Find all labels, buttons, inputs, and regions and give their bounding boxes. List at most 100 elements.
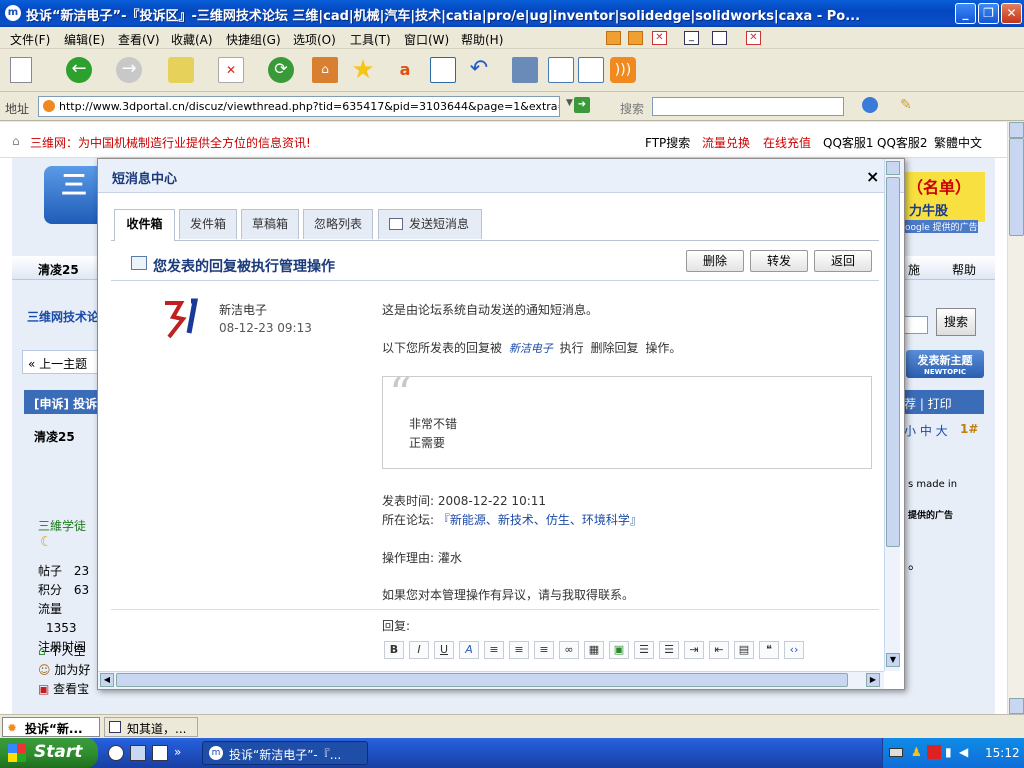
link-traffic[interactable]: 流量兑换 xyxy=(702,134,750,151)
translate-icon[interactable]: a xyxy=(392,57,418,83)
tab-right-icon[interactable] xyxy=(628,31,643,45)
align-right-button[interactable]: ≡ xyxy=(534,641,554,659)
list-icon[interactable] xyxy=(548,57,574,83)
dialog-hscroll[interactable]: ◀ ▶ xyxy=(98,671,884,689)
post-author-name[interactable]: 清凌25 xyxy=(34,428,75,445)
search-engine-icon[interactable] xyxy=(862,97,878,113)
media-button[interactable]: ▣ xyxy=(609,641,629,659)
dialog-close-icon[interactable]: × xyxy=(866,167,879,186)
side-link-treasure[interactable]: ▣ 查看宝 xyxy=(38,680,98,699)
stop-icon[interactable]: ✕ xyxy=(218,57,244,83)
favorites-star-icon[interactable]: ★ xyxy=(350,57,376,83)
address-input[interactable]: http://www.3dportal.cn/discuz/viewthread… xyxy=(38,96,560,117)
link-qq2[interactable]: QQ客服2 xyxy=(877,134,928,151)
table-button[interactable]: ▤ xyxy=(734,641,754,659)
close-window-button[interactable]: ✕ xyxy=(1001,3,1022,24)
up-folder-icon[interactable] xyxy=(168,57,194,83)
link-qq1[interactable]: QQ客服1 xyxy=(823,134,874,151)
forward-button[interactable]: 转发 xyxy=(750,250,808,272)
forum-title[interactable]: 三维网技术论 xyxy=(27,308,99,325)
side-link-friend[interactable]: ☺ 加为好 xyxy=(38,661,98,680)
underline-button[interactable]: U xyxy=(434,641,454,659)
outdent-button[interactable]: ⇤ xyxy=(709,641,729,659)
window-icon[interactable] xyxy=(430,57,456,83)
menu-quickgroup[interactable]: 快捷组(G) xyxy=(226,31,281,48)
site-search-button[interactable]: 搜索 xyxy=(936,308,976,336)
minimize-tab-icon[interactable]: _ xyxy=(684,31,699,45)
tab-outbox[interactable]: 发件箱 xyxy=(179,209,237,239)
link-ftp[interactable]: FTP搜索 xyxy=(645,134,690,151)
forum-link[interactable]: 『新能源、新技术、仿生、环境科学』 xyxy=(438,513,642,527)
menu-edit[interactable]: 编辑(E) xyxy=(64,31,105,48)
close-all-icon[interactable]: ✕ xyxy=(746,31,761,45)
tools-icon[interactable] xyxy=(512,57,538,83)
quicklaunch-ie-icon[interactable] xyxy=(152,745,168,761)
minimize-button[interactable]: _ xyxy=(955,3,976,24)
menu-view[interactable]: 查看(V) xyxy=(118,31,160,48)
prev-topic-link[interactable]: « 上一主题 xyxy=(22,350,98,374)
link-traditional[interactable]: 繁體中文 xyxy=(934,134,982,151)
code-button[interactable]: ‹› xyxy=(784,641,804,659)
tab-inbox[interactable]: 收件箱 xyxy=(114,209,175,241)
refresh-icon[interactable]: ⟳ xyxy=(268,57,294,83)
username-menu[interactable]: 清凌25 xyxy=(38,261,79,278)
security-tray-icon[interactable] xyxy=(927,745,941,759)
dialog-vscroll-thumb[interactable] xyxy=(886,177,900,547)
tab-drafts[interactable]: 草稿箱 xyxy=(241,209,299,239)
quote-button[interactable]: ❝ xyxy=(759,641,779,659)
operator-link[interactable]: 新洁电子 xyxy=(509,342,553,355)
align-center-button[interactable]: ≡ xyxy=(509,641,529,659)
scroll-thumb[interactable] xyxy=(1009,138,1024,236)
tab-left-icon[interactable] xyxy=(606,31,621,45)
undo-icon[interactable]: ↶ xyxy=(466,57,492,83)
browser-tab-2[interactable]: 知其道，... xyxy=(104,717,198,737)
restore-tab-icon[interactable] xyxy=(712,31,727,45)
dialog-scroll-down-icon[interactable]: ▼ xyxy=(886,653,900,667)
align-left-button[interactable]: ≡ xyxy=(484,641,504,659)
go-icon[interactable]: ➜ xyxy=(574,97,590,113)
start-button[interactable]: Start xyxy=(0,738,98,768)
dialog-hscroll-thumb[interactable] xyxy=(116,673,848,687)
page-scrollbar[interactable] xyxy=(1007,122,1024,714)
home-icon[interactable]: ⌂ xyxy=(312,57,338,83)
close-tab-icon[interactable]: ✕ xyxy=(652,31,667,45)
dialog-scroll-left-icon[interactable]: ◀ xyxy=(100,673,114,687)
ordered-list-button[interactable]: ☰ xyxy=(634,641,654,659)
scroll-up-icon[interactable] xyxy=(1009,122,1024,138)
tab-send-message[interactable]: 发送短消息 xyxy=(378,209,482,239)
font-color-button[interactable]: A xyxy=(459,641,479,659)
sender-avatar[interactable] xyxy=(161,297,205,347)
tab-ignore-list[interactable]: 忽略列表 xyxy=(303,209,373,239)
quicklaunch-browser-icon[interactable] xyxy=(108,745,124,761)
bold-button[interactable]: B xyxy=(384,641,404,659)
quicklaunch-desktop-icon[interactable] xyxy=(130,745,146,761)
menu-favorites[interactable]: 收藏(A) xyxy=(171,31,213,48)
new-page-icon[interactable] xyxy=(10,57,32,83)
italic-button[interactable]: I xyxy=(409,641,429,659)
dialog-scroll-right-icon[interactable]: ▶ xyxy=(866,673,880,687)
scroll-down-icon[interactable] xyxy=(1009,698,1024,714)
user-tray-icon[interactable]: ♟ xyxy=(911,745,922,759)
menu-file[interactable]: 文件(F) xyxy=(10,31,50,48)
keyboard-icon[interactable] xyxy=(889,748,903,757)
network-tray-icon[interactable]: ▮ xyxy=(945,745,952,759)
post-header-actions[interactable]: 荐 | 打印 xyxy=(904,395,952,412)
menu-options[interactable]: 选项(O) xyxy=(293,31,336,48)
font-size-options[interactable]: 小 中 大 xyxy=(904,422,948,439)
back-button[interactable]: 返回 xyxy=(814,250,872,272)
rss-icon[interactable]: ))) xyxy=(610,57,636,83)
nav-help[interactable]: 帮助 xyxy=(952,261,976,278)
menu-window[interactable]: 窗口(W) xyxy=(404,31,449,48)
dialog-scroll-up-icon[interactable] xyxy=(886,161,900,175)
sender-name[interactable]: 新洁电子 xyxy=(219,301,267,318)
browser-tab-active[interactable]: ✹ 投诉“新... xyxy=(2,717,100,737)
new-topic-button[interactable]: 发表新主题 NEWTOPIC xyxy=(906,350,984,378)
quicklaunch-expand-icon[interactable]: » xyxy=(174,745,190,761)
search-input[interactable] xyxy=(652,97,844,116)
back-icon[interactable]: ← xyxy=(66,57,92,83)
unordered-list-button[interactable]: ☰ xyxy=(659,641,679,659)
indent-button[interactable]: ⇥ xyxy=(684,641,704,659)
restore-button[interactable]: ❐ xyxy=(978,3,999,24)
delete-button[interactable]: 删除 xyxy=(686,250,744,272)
image-button[interactable]: ▦ xyxy=(584,641,604,659)
